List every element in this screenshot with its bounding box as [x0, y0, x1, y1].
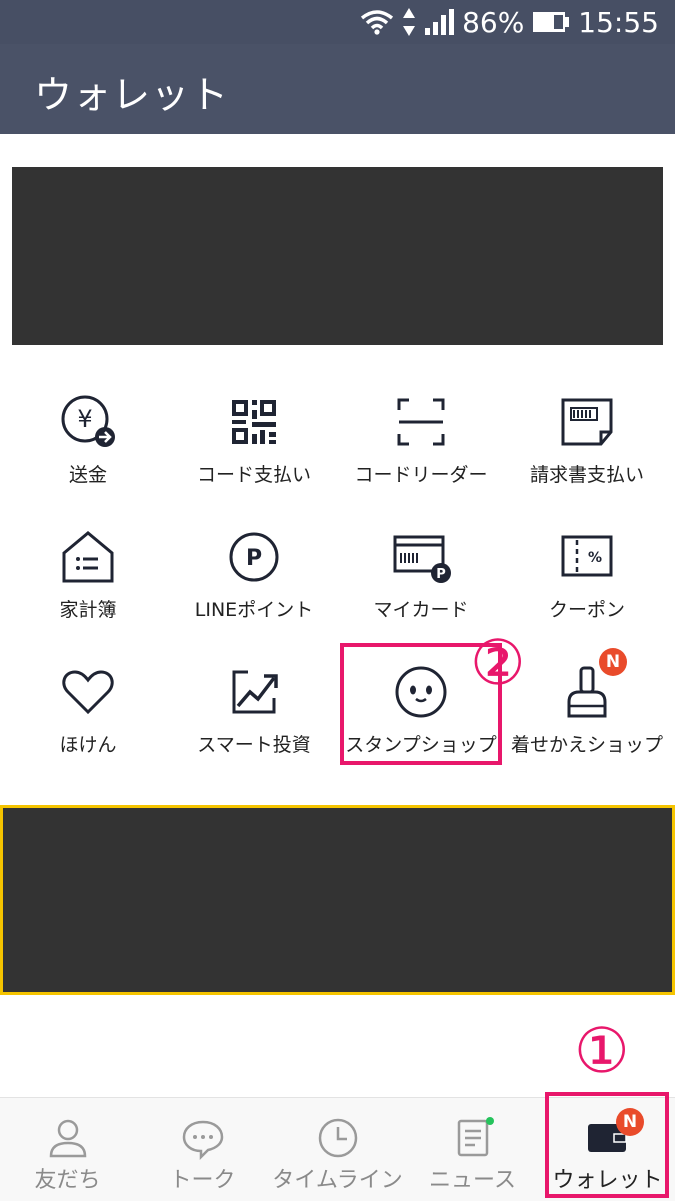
- svg-text:¥: ¥: [77, 405, 92, 433]
- status-bar: 86% 15:55: [0, 0, 675, 44]
- menu-item-coupon[interactable]: % クーポン: [502, 515, 672, 635]
- scan-frame-icon: [397, 398, 445, 446]
- trend-chart-icon: [232, 670, 278, 714]
- menu-label: 着せかえショップ: [510, 734, 663, 756]
- menu-item-line-points[interactable]: P LINEポイント: [169, 515, 339, 635]
- menu-label: クーポン: [548, 599, 625, 621]
- menu-item-theme-shop[interactable]: N 着せかえショップ: [502, 648, 672, 770]
- annotation-number-2: ②: [470, 626, 526, 699]
- menu-item-my-card[interactable]: P マイカード: [336, 515, 506, 635]
- menu-item-bill-payment[interactable]: 請求書支払い: [502, 380, 672, 500]
- battery-icon: [533, 12, 570, 32]
- battery-percent: 86%: [462, 5, 525, 39]
- menu-label: ほけん: [59, 734, 117, 756]
- menu-label: 請求書支払い: [529, 464, 644, 486]
- person-icon: [49, 1119, 86, 1158]
- tab-talk[interactable]: トーク: [135, 1098, 270, 1201]
- new-badge: N: [599, 648, 627, 676]
- annotation-number-1: ①: [574, 1014, 630, 1087]
- heart-icon: [62, 670, 114, 715]
- svg-text:P: P: [246, 546, 262, 571]
- menu-label: 家計簿: [59, 599, 117, 621]
- qr-code-icon: [232, 400, 276, 444]
- menu-label: マイカード: [373, 599, 469, 621]
- tab-label: トーク: [169, 1168, 236, 1193]
- invoice-barcode-icon: [561, 398, 613, 446]
- page-title: ウォレット: [34, 73, 230, 117]
- yen-send-icon: ¥: [61, 395, 115, 447]
- annotation-highlight-wallet-tab: [545, 1092, 669, 1198]
- wifi-icon: [360, 10, 394, 35]
- coupon-ticket-icon: %: [561, 535, 613, 577]
- menu-item-household-budget[interactable]: 家計簿: [3, 515, 173, 635]
- signal-icon: [425, 9, 455, 35]
- card-points-icon: P: [393, 535, 451, 583]
- chat-bubble-icon: [182, 1120, 223, 1160]
- menu-label: 送金: [68, 464, 107, 486]
- menu-label: LINEポイント: [194, 599, 314, 621]
- clock: 15:55: [578, 5, 659, 39]
- menu-label: コードリーダー: [354, 464, 488, 486]
- banner-redacted-bottom[interactable]: [0, 805, 675, 995]
- tab-label: タイムライン: [272, 1168, 403, 1193]
- tab-timeline[interactable]: タイムライン: [270, 1098, 405, 1201]
- house-list-icon: [62, 531, 114, 583]
- menu-item-code-reader[interactable]: コードリーダー: [336, 380, 506, 500]
- tab-label: ニュース: [429, 1168, 516, 1193]
- svg-text:%: %: [588, 550, 602, 566]
- points-p-icon: P: [229, 532, 279, 582]
- menu-item-send-money[interactable]: ¥ 送金: [3, 380, 173, 500]
- tab-news[interactable]: ニュース: [405, 1098, 540, 1201]
- menu-item-insurance[interactable]: ほけん: [3, 650, 173, 770]
- clock-icon: [318, 1118, 357, 1158]
- tab-friends[interactable]: 友だち: [0, 1098, 135, 1201]
- menu-item-smart-investment[interactable]: スマート投資: [169, 650, 339, 770]
- svg-text:P: P: [436, 567, 446, 582]
- news-document-icon: [457, 1117, 494, 1157]
- menu-item-code-payment[interactable]: コード支払い: [169, 380, 339, 500]
- data-arrows-icon: [403, 8, 416, 36]
- menu-label: スマート投資: [197, 734, 311, 756]
- banner-redacted-top[interactable]: [12, 167, 663, 345]
- tab-label: 友だち: [34, 1168, 101, 1193]
- app-bar: ウォレット: [0, 44, 675, 134]
- menu-label: コード支払い: [196, 464, 311, 486]
